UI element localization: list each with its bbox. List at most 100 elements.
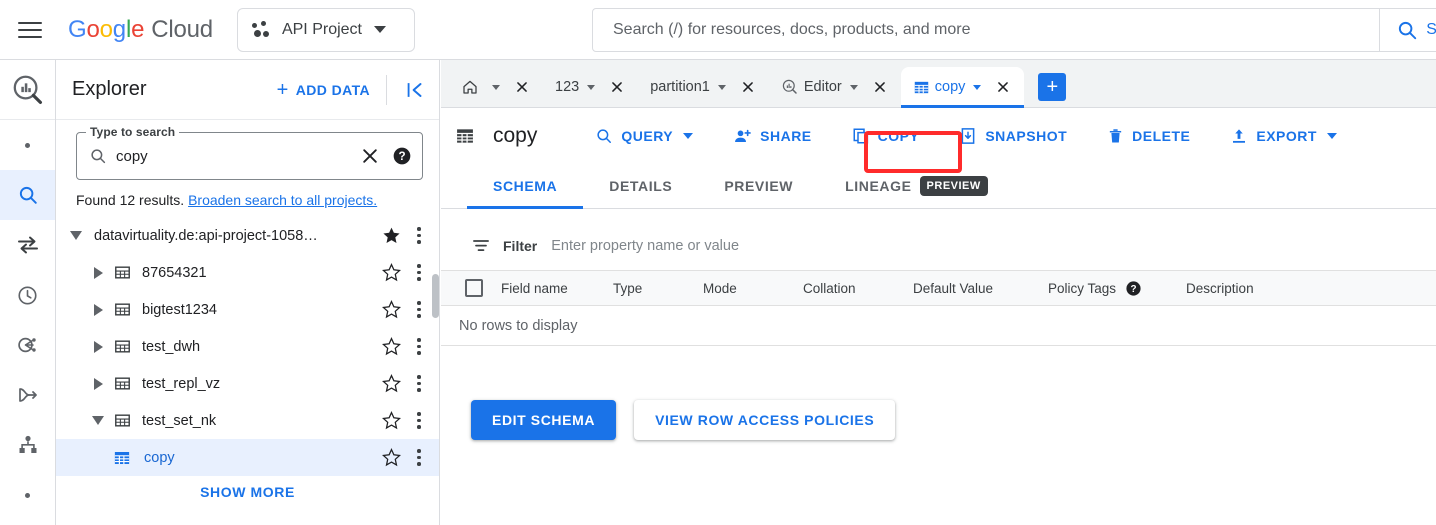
tab-editor[interactable]: Editor (769, 67, 901, 107)
chevron-down-icon[interactable] (850, 85, 858, 90)
collapse-panel-icon[interactable] (395, 70, 435, 110)
google-cloud-logo[interactable]: GoogleCloud (68, 16, 213, 44)
close-icon[interactable] (602, 76, 632, 98)
svg-text:?: ? (398, 150, 405, 163)
star-outline-icon[interactable] (382, 374, 401, 393)
tree-row-dataset[interactable]: test_repl_vz (56, 365, 439, 402)
rail-item-data-lineage[interactable] (0, 420, 55, 470)
tree-row-dataset[interactable]: bigtest1234 (56, 291, 439, 328)
star-outline-icon[interactable] (382, 337, 401, 356)
star-outline-icon[interactable] (382, 448, 401, 467)
subtab-label: SCHEMA (493, 178, 557, 194)
column-header-type: Type (613, 281, 703, 296)
rail-item-scheduled-queries[interactable] (0, 270, 55, 320)
top-bar: GoogleCloud API Project Search (0, 0, 1436, 60)
editor-tab-strip: 123 partition1 (441, 60, 1436, 108)
tree-row-dataset-expanded[interactable]: test_set_nk (56, 402, 439, 439)
tab-123[interactable]: 123 (543, 67, 638, 107)
star-outline-icon[interactable] (382, 411, 401, 430)
close-icon[interactable] (988, 76, 1018, 98)
copy-button[interactable]: COPY (840, 118, 932, 154)
expand-toggle[interactable] (86, 372, 110, 396)
tab-copy[interactable]: copy (901, 67, 1025, 107)
dataset-icon (110, 335, 134, 359)
star-outline-icon[interactable] (382, 300, 401, 319)
expand-toggle[interactable] (86, 409, 110, 433)
tab-preview[interactable]: PREVIEW (698, 164, 819, 209)
broaden-search-link[interactable]: Broaden search to all projects. (188, 192, 377, 208)
snapshot-button[interactable]: SNAPSHOT (947, 118, 1079, 154)
expand-toggle[interactable] (86, 298, 110, 322)
tab-partition1[interactable]: partition1 (638, 67, 769, 107)
show-more-button[interactable]: SHOW MORE (56, 476, 439, 500)
tree-row-dataset[interactable]: 87654321 (56, 254, 439, 291)
search-input[interactable] (593, 9, 1379, 51)
tab-details[interactable]: DETAILS (583, 164, 698, 209)
row-menu-icon[interactable] (409, 375, 429, 392)
row-menu-icon[interactable] (409, 412, 429, 429)
type-to-search-box[interactable]: Type to search copy ? (76, 132, 423, 180)
close-icon[interactable] (356, 142, 384, 170)
help-icon[interactable]: ? (1125, 280, 1142, 297)
help-icon[interactable]: ? (384, 144, 414, 168)
rail-item-search[interactable] (0, 170, 55, 220)
row-menu-icon[interactable] (409, 227, 429, 244)
project-selector[interactable]: API Project (237, 8, 415, 52)
tree-row-dataset[interactable]: test_dwh (56, 328, 439, 365)
query-button[interactable]: QUERY (583, 118, 705, 154)
add-data-button[interactable]: + ADD DATA (271, 74, 376, 106)
filter-input[interactable] (549, 237, 1436, 255)
expand-toggle[interactable] (86, 335, 110, 359)
bigquery-logo-icon[interactable] (0, 60, 55, 120)
chevron-down-icon[interactable] (973, 85, 981, 90)
export-label: EXPORT (1256, 128, 1317, 144)
main-panel: 123 partition1 (441, 60, 1436, 525)
rail-item-data-transfers[interactable] (0, 220, 55, 270)
global-search-bar[interactable]: Search (592, 8, 1436, 52)
edit-schema-button[interactable]: EDIT SCHEMA (471, 400, 616, 440)
resource-title: copy (455, 124, 537, 148)
row-menu-icon[interactable] (409, 449, 429, 466)
tree-item-label: test_dwh (142, 339, 200, 355)
chevron-down-icon[interactable] (492, 85, 500, 90)
close-icon[interactable] (733, 76, 763, 98)
expand-toggle[interactable] (64, 224, 88, 248)
select-all-checkbox[interactable] (465, 279, 483, 297)
chevron-right-icon (94, 378, 103, 390)
chevron-down-icon[interactable] (718, 85, 726, 90)
column-header-field-name: Field name (501, 281, 613, 296)
star-outline-icon[interactable] (382, 263, 401, 282)
dataset-icon (110, 372, 134, 396)
svg-text:?: ? (1131, 284, 1137, 295)
hamburger-menu-icon[interactable] (6, 6, 54, 54)
export-button[interactable]: EXPORT (1218, 118, 1349, 154)
add-tab-button[interactable]: + (1038, 73, 1066, 101)
delete-button[interactable]: DELETE (1095, 118, 1202, 154)
row-menu-icon[interactable] (409, 301, 429, 318)
rail-item-analytics-hub[interactable] (0, 320, 55, 370)
row-menu-icon[interactable] (409, 264, 429, 281)
explorer-search-value[interactable]: copy (116, 148, 356, 165)
empty-state-message: No rows to display (441, 306, 1436, 346)
share-button[interactable]: SHARE (721, 118, 824, 154)
close-icon[interactable] (865, 76, 895, 98)
tree-row-project[interactable]: datavirtuality.de:api-project-105895… (56, 217, 439, 254)
explorer-scrollbar-thumb[interactable] (432, 274, 439, 318)
row-menu-icon[interactable] (409, 338, 429, 355)
rail-item-overflow-dot[interactable] (0, 120, 55, 170)
chevron-down-icon[interactable] (587, 85, 595, 90)
tab-lineage[interactable]: LINEAGE PREVIEW (819, 164, 1002, 209)
rail-item-data-pipelines[interactable] (0, 370, 55, 420)
tab-schema[interactable]: SCHEMA (467, 164, 583, 209)
tree-row-table-copy[interactable]: copy (56, 439, 439, 476)
view-row-access-policies-button[interactable]: VIEW ROW ACCESS POLICIES (634, 400, 895, 440)
rail-item-more-dot[interactable] (0, 470, 55, 520)
bigquery-editor-icon (781, 78, 799, 96)
expand-toggle[interactable] (86, 261, 110, 285)
star-filled-icon[interactable] (382, 226, 401, 245)
tab-home[interactable] (449, 67, 543, 107)
copy-icon (852, 127, 870, 145)
search-button[interactable]: Search (1379, 9, 1436, 51)
close-icon[interactable] (507, 76, 537, 98)
column-header-default-value: Default Value (913, 281, 1048, 296)
